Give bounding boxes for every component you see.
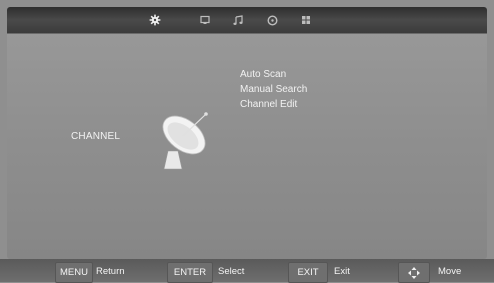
section-title: CHANNEL <box>71 131 121 142</box>
menu-item-auto-scan[interactable]: Auto Scan <box>240 67 307 82</box>
menu-item-manual-search[interactable]: Manual Search <box>240 82 307 97</box>
footer-help-bar: MENU Return ENTER Select EXIT Exit Move <box>0 259 494 283</box>
picture-icon[interactable] <box>197 12 213 28</box>
music-note-icon[interactable] <box>230 12 246 28</box>
menu-tab-bar <box>7 7 487 34</box>
enter-key: ENTER <box>167 262 213 283</box>
grid-icon[interactable] <box>298 12 314 28</box>
select-label: Select <box>218 266 245 277</box>
move-arrows-icon <box>398 262 430 283</box>
channel-menu-list: Auto Scan Manual Search Channel Edit <box>240 67 307 112</box>
move-label: Move <box>438 266 462 277</box>
exit-key: EXIT <box>288 262 328 283</box>
return-label: Return <box>96 266 125 277</box>
clock-icon[interactable] <box>264 12 280 28</box>
exit-label: Exit <box>334 266 350 277</box>
menu-key: MENU <box>55 262 93 283</box>
tv-menu-screen: CHANNEL Auto Scan Manual Search Channel … <box>7 7 487 259</box>
satellite-dish-icon <box>150 107 220 177</box>
menu-item-channel-edit[interactable]: Channel Edit <box>240 97 307 112</box>
gear-icon[interactable] <box>147 12 163 28</box>
